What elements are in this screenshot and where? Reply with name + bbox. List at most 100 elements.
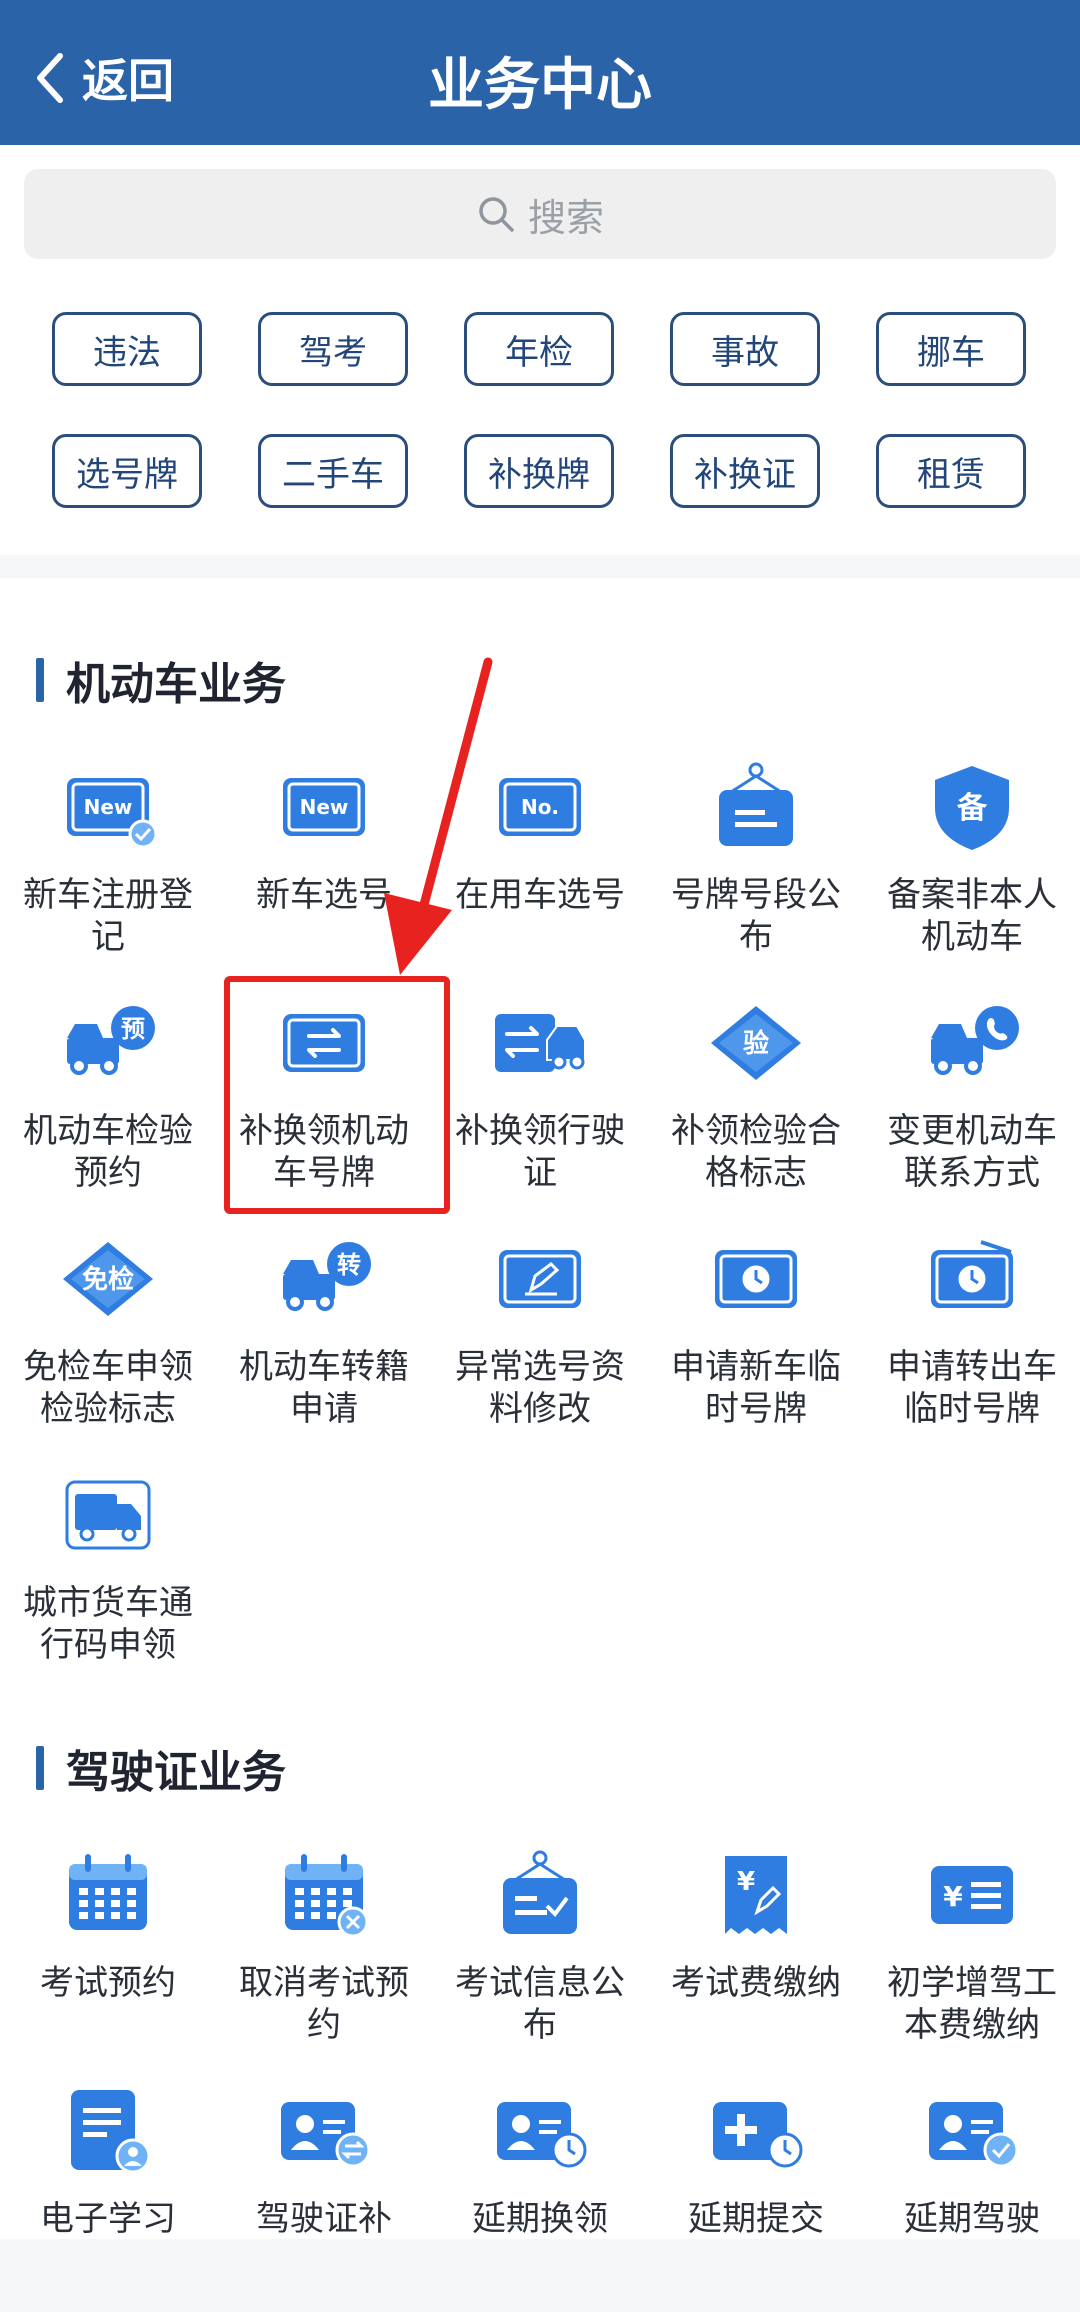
service-label: 延期换领 <box>472 2199 608 2239</box>
service-label: 补换领行驶证 <box>455 1111 625 1193</box>
service-item[interactable]: 延期换领 <box>432 2076 648 2312</box>
service-label: 延期驾驶 <box>904 2199 1040 2239</box>
section-bar <box>36 658 44 702</box>
service-label: 考试费缴纳 <box>671 1963 841 2003</box>
plus-clock-icon <box>701 2076 811 2186</box>
truck-phone-icon <box>917 988 1027 1098</box>
svg-text:预: 预 <box>121 1015 145 1043</box>
service-label: 考试预约 <box>40 1963 176 2003</box>
service-item[interactable]: 免检免检车申领检验标志 <box>0 1224 216 1460</box>
service-label: 补领检验合格标志 <box>671 1111 841 1193</box>
service-label: 新车选号 <box>256 875 392 915</box>
page-title: 业务中心 <box>428 53 652 118</box>
service-label: 备案非本人机动车 <box>887 875 1057 957</box>
service-item[interactable]: 补换领行驶证 <box>432 988 648 1224</box>
service-item[interactable]: 转机动车转籍申请 <box>216 1224 432 1460</box>
service-item[interactable]: 城市货车通行码申领 <box>0 1460 216 1696</box>
highlight-box <box>224 976 450 1214</box>
quick-chip[interactable]: 二手车 <box>258 434 408 508</box>
section-title-text: 驾驶证业务 <box>66 1747 286 1798</box>
inspection-diamond-icon: 验 <box>701 988 811 1098</box>
service-label: 延期提交 <box>688 2199 824 2239</box>
svg-text:New: New <box>84 795 133 819</box>
service-label: 变更机动车联系方式 <box>887 1111 1057 1193</box>
quick-chip[interactable]: 挪车 <box>876 312 1026 386</box>
sign-board-icon <box>701 752 811 862</box>
quick-chip[interactable]: 驾考 <box>258 312 408 386</box>
service-item[interactable]: 申请转出车临时号牌 <box>864 1224 1080 1460</box>
service-item[interactable]: ¥ 考试费缴纳 <box>648 1840 864 2076</box>
service-label: 初学增驾工本费缴纳 <box>887 1963 1057 2045</box>
quick-chip[interactable]: 补换证 <box>670 434 820 508</box>
quick-chip[interactable]: 选号牌 <box>52 434 202 508</box>
service-item[interactable]: 考试预约 <box>0 1840 216 2076</box>
sign-check-icon <box>485 1840 595 1950</box>
service-item[interactable]: ¥ 初学增驾工本费缴纳 <box>864 1840 1080 2076</box>
service-item[interactable]: 考试信息公布 <box>432 1840 648 2076</box>
svg-text:New: New <box>300 795 349 819</box>
svg-text:转: 转 <box>337 1251 361 1279</box>
calendar-cancel-icon <box>269 1840 379 1950</box>
section-title-text: 机动车业务 <box>66 659 286 710</box>
service-item[interactable]: 验补领检验合格标志 <box>648 988 864 1224</box>
plate-edit-icon <box>485 1224 595 1334</box>
motor-vehicle-grid: New 新车注册登记 New 新车选号 No. 在用车选号 号牌号段公布备备案非本人机动车预… <box>0 752 1080 1696</box>
service-label: 取消考试预约 <box>239 1963 409 2045</box>
service-item[interactable]: New 新车选号 <box>216 752 432 988</box>
service-label: 城市货车通行码申领 <box>23 1583 193 1665</box>
service-item[interactable]: 异常选号资料修改 <box>432 1224 648 1460</box>
service-item[interactable]: 取消考试预约 <box>216 1840 432 2076</box>
quick-chip[interactable]: 违法 <box>52 312 202 386</box>
quick-chip[interactable]: 事故 <box>670 312 820 386</box>
service-item[interactable]: 号牌号段公布 <box>648 752 864 988</box>
license-swap-icon <box>485 988 595 1098</box>
quick-chip[interactable]: 年检 <box>464 312 614 386</box>
card-yen-icon: ¥ <box>917 1840 1027 1950</box>
service-item[interactable]: 延期提交 <box>648 2076 864 2312</box>
service-item[interactable]: 申请新车临时号牌 <box>648 1224 864 1460</box>
svg-text:验: 验 <box>743 1028 769 1059</box>
service-item[interactable]: 延期驾驶 <box>864 2076 1080 2312</box>
exempt-diamond-icon: 免检 <box>53 1224 163 1334</box>
service-label: 新车注册登记 <box>23 875 193 957</box>
service-item[interactable]: 电子学习 <box>0 2076 216 2312</box>
plate-clock-icon <box>701 1224 811 1334</box>
svg-text:备: 备 <box>957 791 988 826</box>
service-item[interactable]: 驾驶证补 <box>216 2076 432 2312</box>
svg-text:¥: ¥ <box>737 1867 755 1897</box>
quick-chip[interactable]: 补换牌 <box>464 434 614 508</box>
service-item[interactable]: No. 在用车选号 <box>432 752 648 988</box>
plate-clock-radio-icon <box>917 1224 1027 1334</box>
id-check-icon <box>917 2076 1027 2186</box>
section-bar <box>36 1746 44 1790</box>
service-label: 免检车申领检验标志 <box>23 1347 193 1429</box>
section-title-driver: 驾驶证业务 <box>36 1736 286 1800</box>
search-input[interactable]: 搜索 <box>24 169 1056 259</box>
svg-text:¥: ¥ <box>943 1880 963 1913</box>
service-label: 申请新车临时号牌 <box>671 1347 841 1429</box>
driver-license-grid: 考试预约 取消考试预约 考试信息公布 ¥ 考试费缴纳 ¥ 初学增驾工本费缴纳电子学习 驾驶证补… <box>0 1840 1080 2312</box>
service-item[interactable]: 预机动车检验预约 <box>0 988 216 1224</box>
quick-chip[interactable]: 租赁 <box>876 434 1026 508</box>
id-clock-icon <box>485 2076 595 2186</box>
service-label: 考试信息公布 <box>455 1963 625 2045</box>
receipt-yen-icon: ¥ <box>701 1840 811 1950</box>
new-plate-icon: New <box>269 752 379 862</box>
service-item[interactable]: 变更机动车联系方式 <box>864 988 1080 1224</box>
section-title-motor: 机动车业务 <box>36 648 286 712</box>
truck-reserve-icon: 预 <box>53 988 163 1098</box>
search-placeholder: 搜索 <box>527 195 604 240</box>
service-label: 机动车检验预约 <box>23 1111 193 1193</box>
svg-text:免检: 免检 <box>82 1264 134 1295</box>
doc-user-icon <box>53 2076 163 2186</box>
service-item[interactable]: New 新车注册登记 <box>0 752 216 988</box>
service-label: 在用车选号 <box>455 875 625 915</box>
id-swap-icon <box>269 2076 379 2186</box>
truck-pass-icon <box>53 1460 163 1570</box>
service-label: 驾驶证补 <box>256 2199 392 2239</box>
service-item[interactable]: 备备案非本人机动车 <box>864 752 1080 988</box>
search-icon <box>479 197 514 232</box>
service-label: 异常选号资料修改 <box>455 1347 625 1429</box>
no-plate-icon: No. <box>485 752 595 862</box>
top-bar: 返回 业务中心 <box>0 0 1080 145</box>
